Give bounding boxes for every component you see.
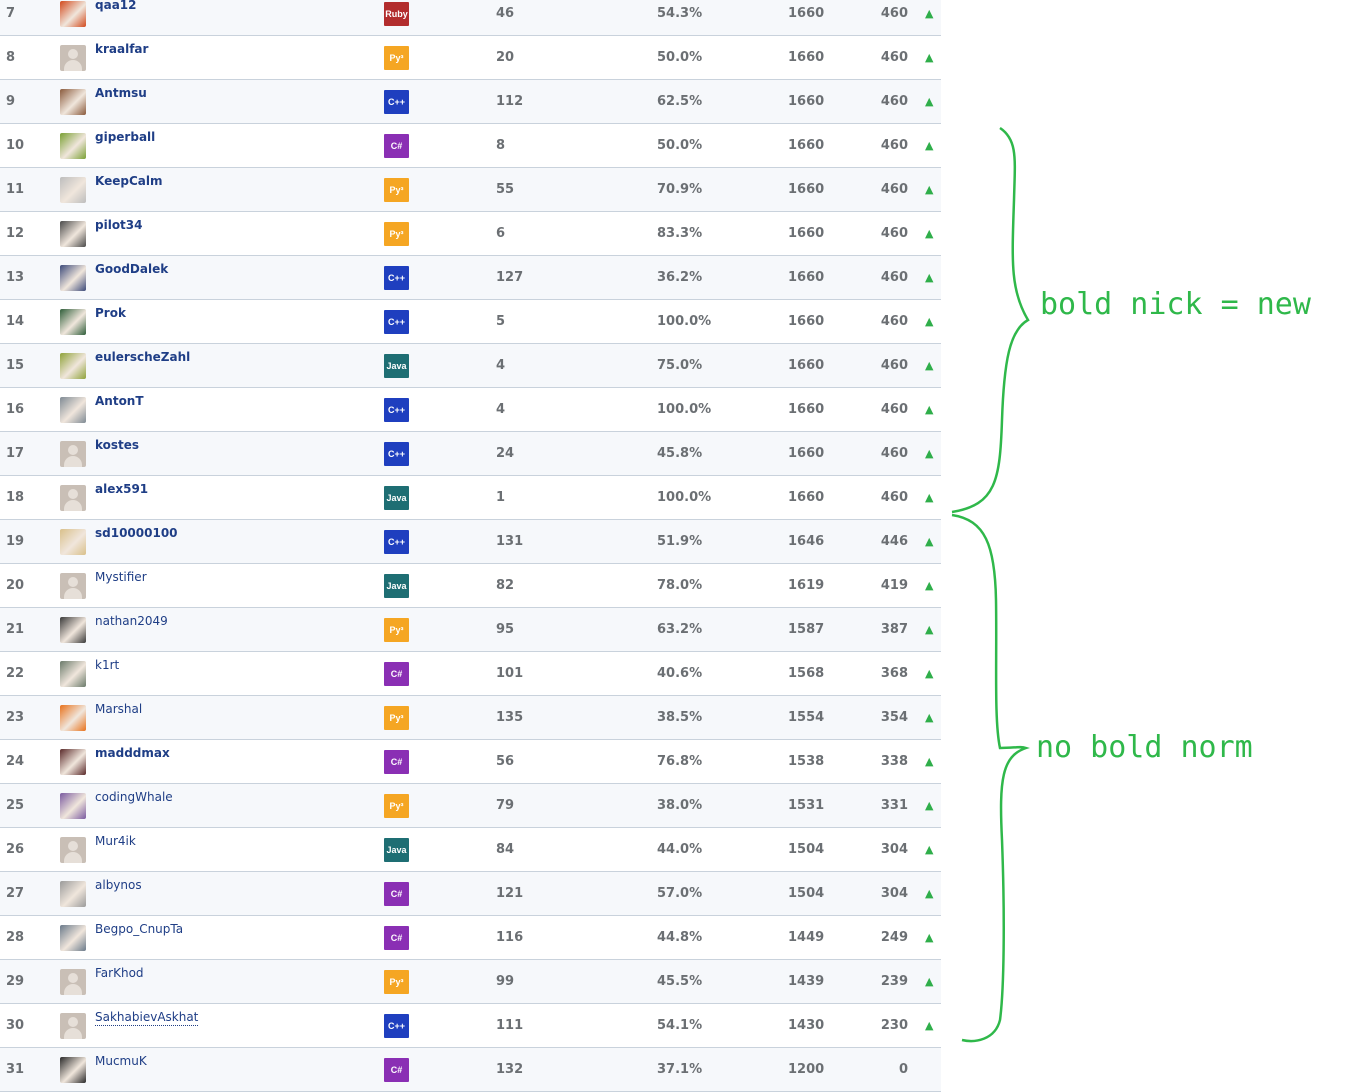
bottom-brace — [951, 513, 1030, 1043]
annotation-bold-new: bold nick = new — [1040, 287, 1311, 322]
annotation-braces — [951, 126, 1030, 1043]
top-brace — [951, 126, 1030, 514]
annotation-no-bold-norm: no bold norm — [1036, 730, 1253, 765]
